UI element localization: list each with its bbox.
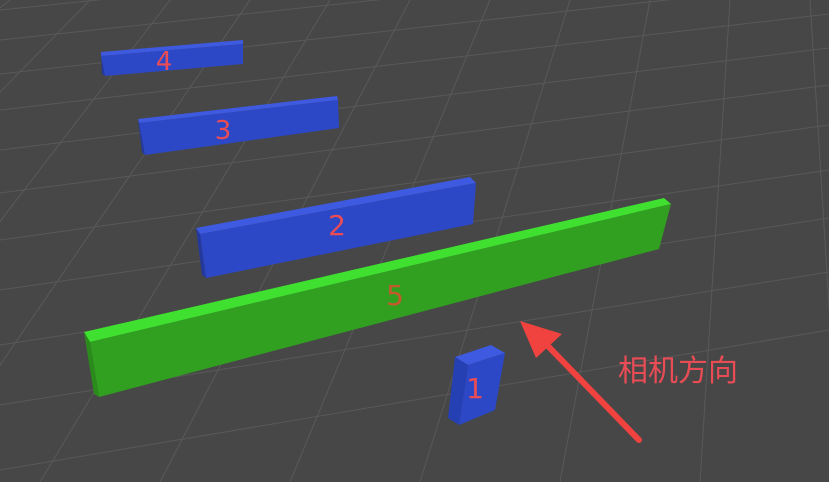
block-3-label: 3 [215, 116, 232, 146]
block-1[interactable]: 1 [448, 345, 505, 425]
block-5-label: 5 [386, 279, 404, 312]
block-2-label: 2 [328, 209, 346, 242]
block-4[interactable]: 4 [101, 40, 243, 77]
block-3[interactable]: 3 [138, 96, 339, 155]
scene-viewport[interactable]: 4 3 2 5 1 相机方向 [0, 0, 829, 482]
block-4-label: 4 [156, 47, 173, 77]
camera-direction-label: 相机方向 [618, 354, 738, 389]
scene-canvas[interactable]: 4 3 2 5 1 相机方向 [0, 0, 829, 482]
block-1-label: 1 [466, 372, 484, 405]
